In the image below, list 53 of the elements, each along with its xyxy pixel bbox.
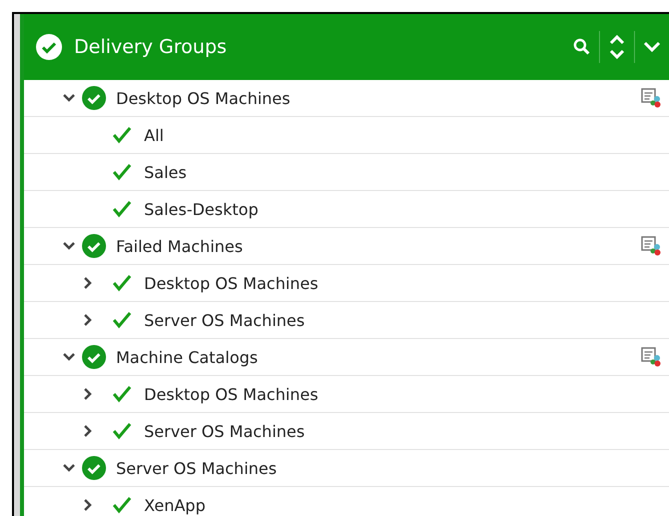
chevron-right-icon[interactable] xyxy=(84,314,92,326)
chevron-right-icon[interactable] xyxy=(84,425,92,437)
chevron-down-icon xyxy=(643,40,661,54)
tree-row[interactable]: XenApp xyxy=(24,487,669,516)
tree-item-label: Machine Catalogs xyxy=(116,348,258,366)
tree-row[interactable]: Desktop OS Machines xyxy=(24,265,669,302)
status-check-icon xyxy=(82,456,106,480)
tree-item-label: Desktop OS Machines xyxy=(116,88,290,108)
up-down-chevron-icon xyxy=(608,33,626,61)
status-check-icon xyxy=(82,345,106,369)
tree-row[interactable]: Failed Machines xyxy=(24,228,669,265)
tree-item-label: Server OS Machines xyxy=(144,310,305,330)
status-check-icon xyxy=(82,234,106,258)
tree-item-label: Desktop OS Machines xyxy=(144,274,318,292)
checkmark-icon xyxy=(112,274,132,292)
tree-row[interactable]: Server OS Machines xyxy=(24,450,669,487)
tree-item-label: All xyxy=(144,126,164,144)
tree-row[interactable]: Sales-Desktop xyxy=(24,191,669,228)
checkmark-icon xyxy=(112,385,132,403)
machine-actions-icon[interactable] xyxy=(641,88,661,108)
tree-item-label: XenApp xyxy=(144,496,206,514)
machine-actions-icon[interactable] xyxy=(641,347,661,367)
tree-row[interactable]: Server OS Machines xyxy=(24,413,669,450)
search-icon xyxy=(573,38,591,56)
tree-item-label: Sales-Desktop xyxy=(144,200,258,218)
tree-row[interactable]: Desktop OS Machines xyxy=(24,376,669,413)
tree-item-label: Server OS Machines xyxy=(116,458,277,478)
chevron-down-icon[interactable] xyxy=(63,94,75,102)
status-check-icon xyxy=(82,86,106,110)
panel-title: Delivery Groups xyxy=(74,36,227,58)
tree-item-label: Desktop OS Machines xyxy=(144,384,318,404)
chevron-right-icon[interactable] xyxy=(84,388,92,400)
checkmark-icon xyxy=(112,496,132,514)
chevron-down-icon[interactable] xyxy=(63,464,75,472)
tree-item-label: Server OS Machines xyxy=(144,422,305,440)
checkmark-icon xyxy=(112,163,132,181)
checkmark-icon xyxy=(112,311,132,329)
chevron-right-icon[interactable] xyxy=(84,277,92,289)
tree-row[interactable]: All xyxy=(24,117,669,154)
chevron-down-icon[interactable] xyxy=(63,242,75,250)
chevron-down-icon[interactable] xyxy=(63,353,75,361)
tree-row[interactable]: Desktop OS Machines xyxy=(24,80,669,117)
tree-row[interactable]: Server OS Machines xyxy=(24,302,669,339)
machine-actions-icon[interactable] xyxy=(641,236,661,256)
tree-item-label: Failed Machines xyxy=(116,236,243,256)
checkmark-icon xyxy=(112,126,132,144)
status-check-icon xyxy=(36,34,62,60)
tree-row[interactable]: Sales xyxy=(24,154,669,191)
chevron-right-icon[interactable] xyxy=(84,499,92,511)
checkmark-icon xyxy=(112,200,132,218)
checkmark-icon xyxy=(112,422,132,440)
tree-item-label: Sales xyxy=(144,162,187,182)
tree-row[interactable]: Machine Catalogs xyxy=(24,339,669,376)
